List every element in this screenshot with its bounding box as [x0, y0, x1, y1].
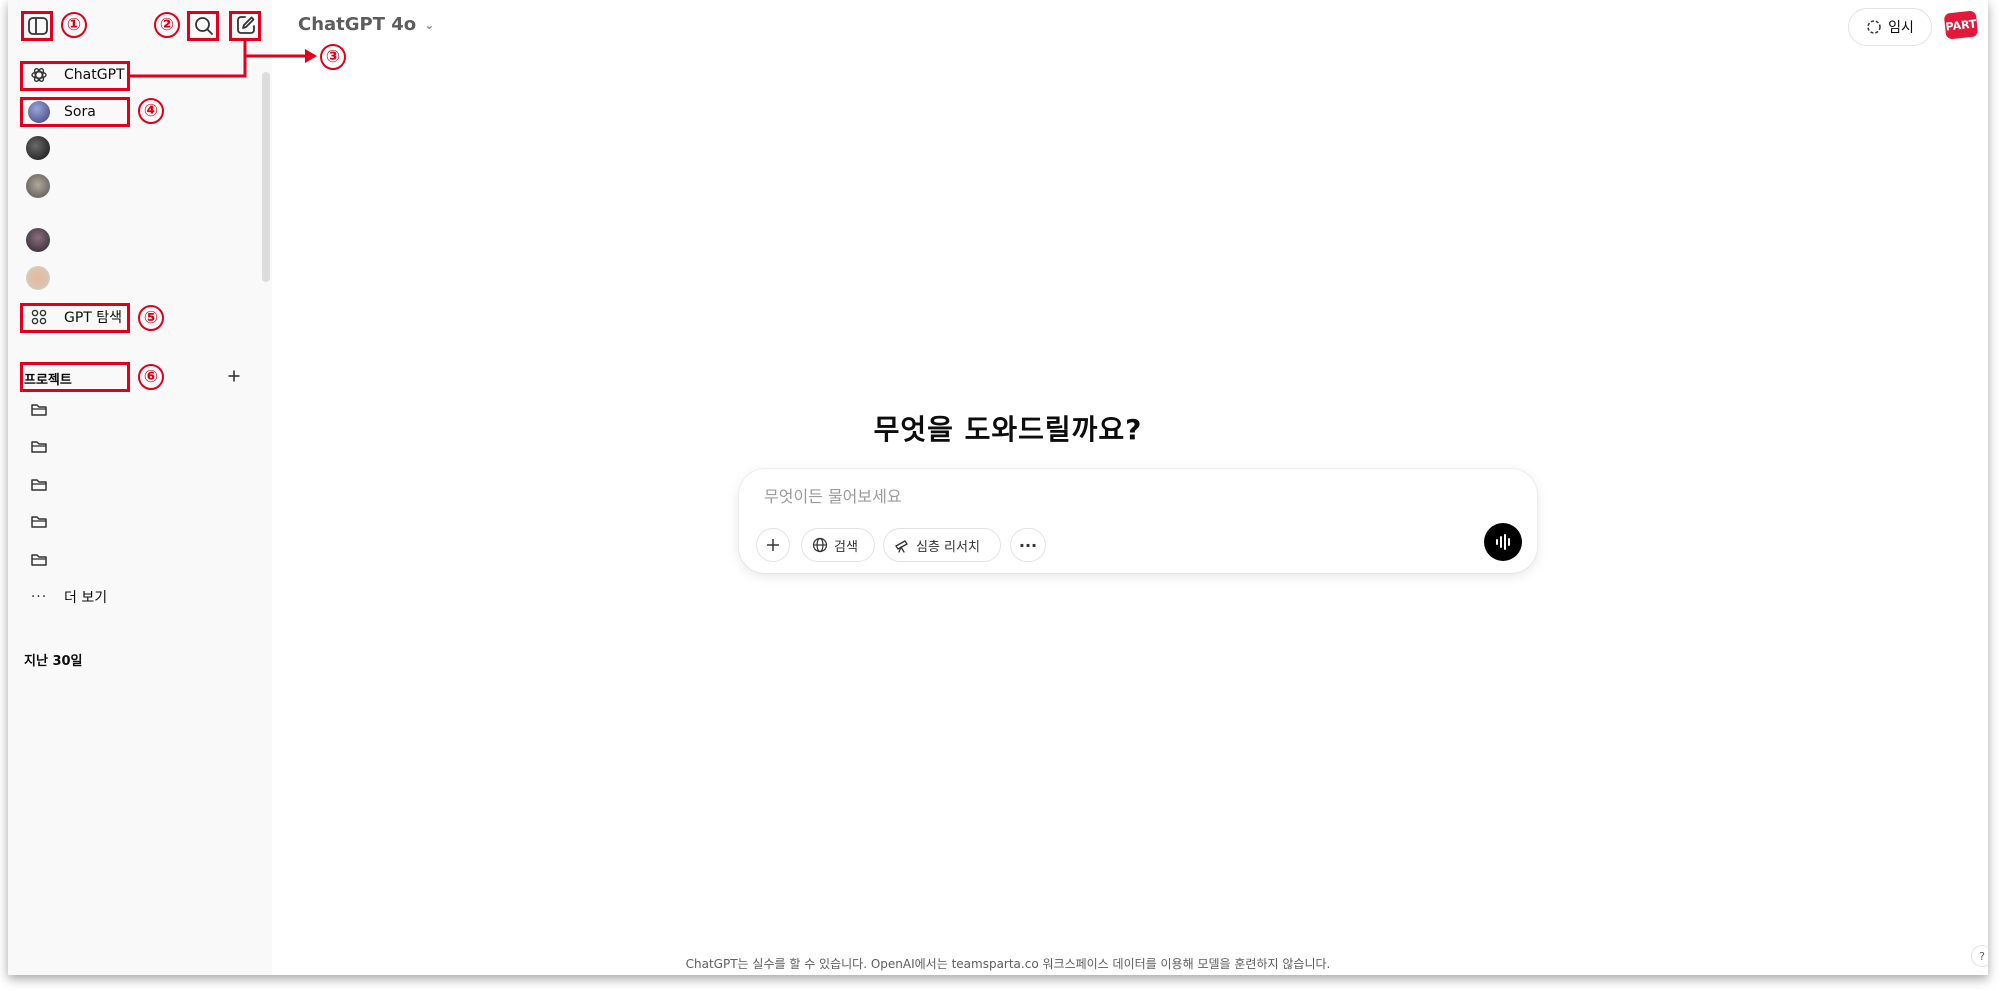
- disclaimer-footer: ChatGPT는 실수를 할 수 있습니다. OpenAI에서는 teamspa…: [685, 957, 1331, 971]
- gpt-avatar[interactable]: [26, 228, 50, 252]
- model-selector[interactable]: ChatGPT 4o ⌄: [298, 14, 434, 35]
- annotation-number-2: ②: [154, 12, 180, 38]
- telescope-icon: [895, 540, 908, 553]
- sidebar-more-button[interactable]: ··· 더 보기: [24, 582, 107, 612]
- temporary-chat-label: 임시: [1888, 20, 1914, 36]
- more-tools-button[interactable]: ···: [1010, 528, 1046, 562]
- composer[interactable]: 무엇이든 물어보세요 검색 심층 리서치 ···: [739, 469, 1537, 573]
- recent-section-title: 지난 30일: [24, 654, 83, 669]
- voice-waveform-icon: [1496, 534, 1510, 550]
- sidebar: ChatGPT Sora GPT 탐색 프로젝트 ··· 더 보기 지난 30일: [8, 0, 272, 975]
- plus-icon: [228, 370, 240, 382]
- page-headline: 무엇을 도와드릴까요?: [873, 413, 1143, 446]
- annotation-box-6: [20, 362, 130, 392]
- temporary-chat-icon: [1867, 20, 1881, 34]
- annotation-number-5: ⑤: [138, 305, 164, 331]
- prompt-input[interactable]: 무엇이든 물어보세요: [764, 483, 902, 507]
- annotation-number-4: ④: [138, 98, 164, 124]
- add-project-button[interactable]: [222, 364, 246, 388]
- temporary-chat-button[interactable]: 임시: [1848, 8, 1932, 46]
- globe-icon: [812, 537, 828, 553]
- folder-icon[interactable]: [30, 477, 48, 493]
- model-name: ChatGPT 4o: [298, 14, 417, 35]
- plus-icon: [767, 539, 779, 551]
- more-horizontal-icon: ···: [30, 589, 48, 605]
- help-button[interactable]: ?: [1971, 945, 1988, 967]
- app-window: ChatGPT Sora GPT 탐색 프로젝트 ··· 더 보기 지난 30일…: [8, 0, 1988, 975]
- voice-mode-button[interactable]: [1484, 523, 1522, 561]
- gpt-avatar[interactable]: [26, 136, 50, 160]
- folder-icon[interactable]: [30, 552, 48, 568]
- deep-research-button[interactable]: 심층 리서치: [883, 528, 1001, 562]
- sidebar-more-label: 더 보기: [64, 590, 108, 606]
- deep-research-label: 심층 리서치: [916, 539, 980, 555]
- more-horizontal-icon: ···: [1018, 535, 1038, 555]
- annotation-number-1: ①: [61, 12, 87, 38]
- annotation-box-4: [20, 97, 130, 127]
- search-tool-button[interactable]: 검색: [801, 528, 875, 562]
- folder-icon[interactable]: [30, 514, 48, 530]
- annotation-number-3: ③: [320, 44, 346, 70]
- search-tool-label: 검색: [834, 539, 858, 555]
- gpt-avatar[interactable]: [26, 266, 50, 290]
- gpt-avatar[interactable]: [26, 174, 50, 198]
- attach-button[interactable]: [756, 528, 790, 562]
- sidebar-scrollbar[interactable]: [262, 72, 270, 282]
- chevron-down-icon: ⌄: [424, 17, 435, 32]
- annotation-number-6: ⑥: [138, 364, 164, 390]
- annotation-box-5: [20, 303, 130, 333]
- workspace-logo[interactable]: PART: [1943, 10, 1979, 40]
